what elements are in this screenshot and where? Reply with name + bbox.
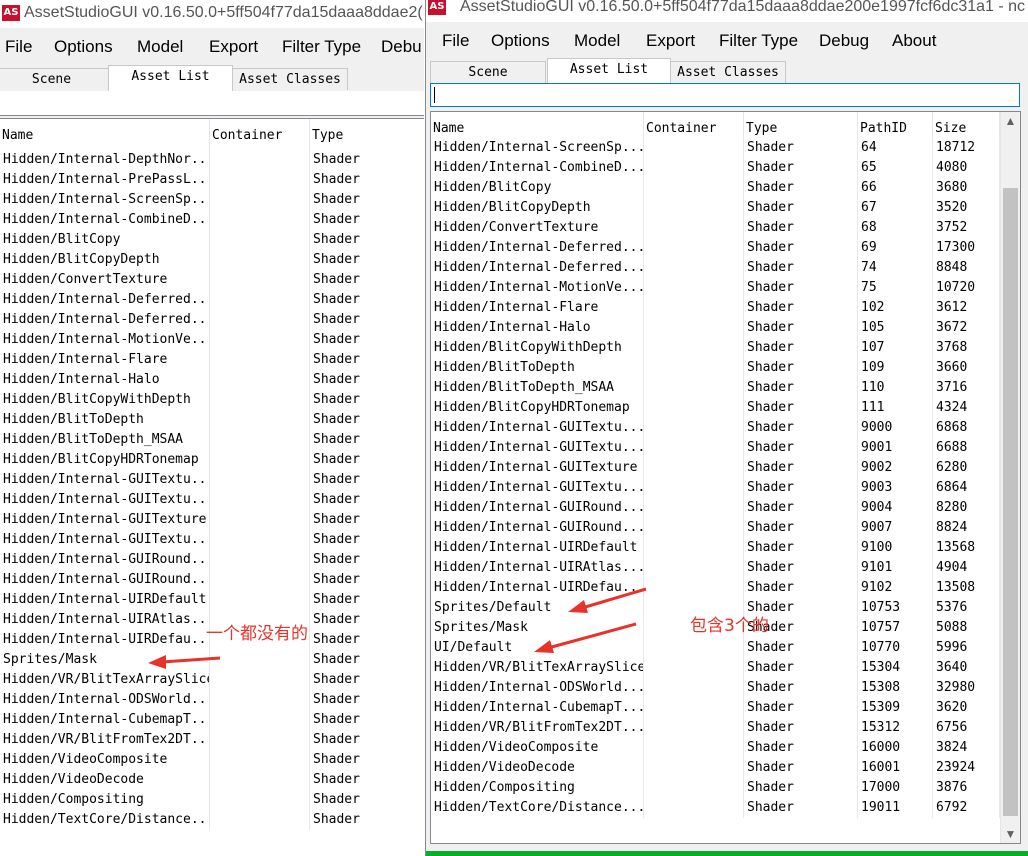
right-window: AS AssetStudioGUI v0.16.50.0+5ff504f77da… xyxy=(425,0,1028,856)
progress-bar xyxy=(426,851,1028,856)
annotation-arrows-right xyxy=(534,587,647,653)
annotation-arrow-left xyxy=(148,655,221,669)
left-window: AS AssetStudioGUI v0.16.50.0+5ff504f77da… xyxy=(0,0,424,856)
